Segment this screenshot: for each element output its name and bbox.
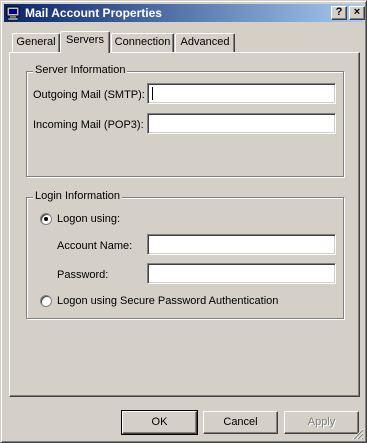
secure-password-auth-radio[interactable]	[40, 295, 52, 307]
login-information-group: Login Information Logon using: Account N…	[26, 190, 344, 319]
cancel-button[interactable]: Cancel	[203, 411, 278, 434]
title-bar[interactable]: Mail Account Properties ? ×	[4, 4, 365, 22]
logon-using-radio[interactable]	[40, 213, 52, 225]
tab-servers[interactable]: Servers	[60, 31, 110, 53]
tab-general[interactable]: General	[12, 33, 60, 52]
tab-connection[interactable]: Connection	[111, 33, 174, 52]
help-icon: ?	[335, 6, 343, 18]
mail-account-properties-dialog: Mail Account Properties ? × General Serv…	[0, 0, 367, 443]
help-button[interactable]: ?	[331, 6, 347, 20]
account-name-label: Account Name:	[57, 240, 133, 252]
tab-servers-label: Servers	[66, 34, 104, 46]
outgoing-mail-label: Outgoing Mail (SMTP):	[33, 89, 145, 101]
ok-label: OK	[151, 416, 168, 428]
logon-using-label[interactable]: Logon using:	[57, 213, 120, 225]
window-title: Mail Account Properties	[25, 6, 162, 20]
outgoing-mail-input[interactable]	[147, 83, 336, 104]
secure-password-auth-label[interactable]: Logon using Secure Password Authenticati…	[57, 295, 278, 307]
incoming-mail-input[interactable]	[147, 113, 336, 134]
tab-connection-label: Connection	[114, 36, 171, 48]
mail-account-icon	[6, 6, 20, 21]
apply-button: Apply	[284, 411, 359, 434]
ok-button[interactable]: OK	[121, 410, 198, 435]
tab-advanced[interactable]: Advanced	[175, 33, 235, 52]
cancel-label: Cancel	[223, 416, 258, 428]
tab-general-label: General	[16, 36, 56, 48]
password-label: Password:	[57, 269, 109, 281]
account-name-input[interactable]	[147, 234, 336, 255]
password-input[interactable]	[147, 263, 336, 284]
close-icon: ×	[353, 6, 361, 18]
servers-tab-panel: Server Information Outgoing Mail (SMTP):…	[9, 52, 360, 397]
close-button[interactable]: ×	[349, 6, 365, 20]
login-information-legend: Login Information	[33, 190, 122, 202]
server-information-group: Server Information Outgoing Mail (SMTP):…	[26, 64, 344, 177]
text-caret	[152, 87, 153, 100]
server-information-legend: Server Information	[33, 64, 128, 76]
radio-selected-dot	[44, 217, 48, 221]
tab-advanced-label: Advanced	[180, 36, 230, 48]
apply-label: Apply	[307, 416, 336, 428]
incoming-mail-label: Incoming Mail (POP3):	[33, 119, 144, 131]
resize-grip-icon[interactable]	[352, 428, 364, 440]
